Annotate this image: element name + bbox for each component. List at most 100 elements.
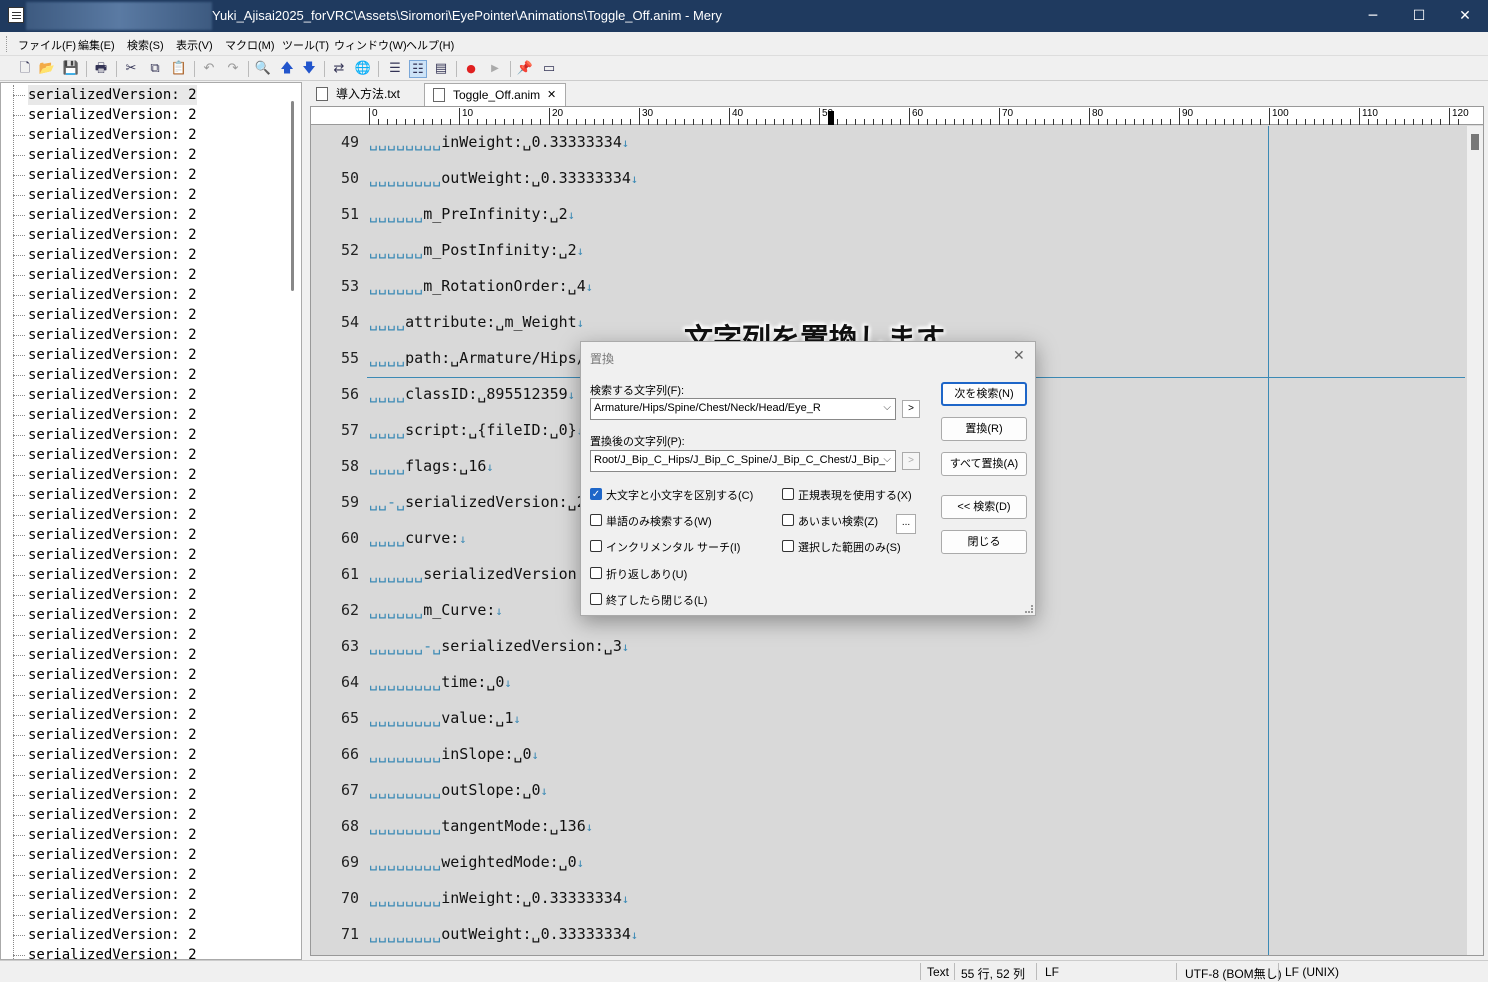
resize-grip[interactable] xyxy=(1025,605,1033,613)
ruler-number: 20 xyxy=(549,108,563,125)
tab-readme[interactable]: 導入方法.txt xyxy=(308,83,420,106)
outline-panel[interactable]: serializedVersion: 2 serializedVersion: 2… xyxy=(0,82,302,960)
status-encoding[interactable]: UTF-8 (BOM無し) xyxy=(1185,965,1282,982)
menu-view[interactable]: 表示(V) xyxy=(176,37,213,53)
code-line[interactable]: ␣␣␣␣␣␣␣␣outSlope:␣0↓ xyxy=(369,781,548,799)
menu-search[interactable]: 検索(S) xyxy=(127,37,164,53)
find-combo[interactable]: Armature/Hips/Spine/Chest/Neck/Head/Eye_… xyxy=(590,398,896,420)
menu-file[interactable]: ファイル(F) xyxy=(18,37,76,53)
undo-icon[interactable]: ↶ xyxy=(200,60,218,78)
newline-mark-icon: ↓ xyxy=(576,856,584,870)
whitespace-marks: ␣␣␣␣␣␣␣␣ xyxy=(369,925,442,943)
minimize-button[interactable]: ─ xyxy=(1350,0,1396,32)
outline-scrollbar[interactable] xyxy=(284,83,301,959)
menu-help[interactable]: ヘルプ(H) xyxy=(406,37,454,53)
outline-item-label: serializedVersion: 2 xyxy=(28,347,197,363)
redo-icon[interactable]: ↷ xyxy=(224,60,242,78)
chevron-down-icon[interactable]: ⌵ xyxy=(883,454,891,465)
pin-icon[interactable]: 📌 xyxy=(516,60,534,78)
print-icon[interactable]: 🖶 xyxy=(92,60,110,78)
code-line[interactable]: ␣␣␣␣path:␣Armature/Hips/↓ xyxy=(369,349,593,367)
code-line[interactable]: ␣␣␣␣␣␣m_PostInfinity:␣2↓ xyxy=(369,241,584,259)
line-number: 65 xyxy=(340,709,359,727)
menu-macro[interactable]: マクロ(M) xyxy=(225,37,275,53)
code-line[interactable]: ␣␣␣␣␣␣-␣serializedVersion:␣3↓ xyxy=(369,637,629,655)
app-icon[interactable] xyxy=(8,7,24,23)
code-line[interactable]: ␣␣␣␣␣␣␣␣tangentMode:␣136↓ xyxy=(369,817,593,835)
wrap-none-icon[interactable]: ☰ xyxy=(386,60,404,78)
tab-close-icon[interactable]: ✕ xyxy=(547,84,556,106)
wrap-column-icon[interactable]: ▤ xyxy=(432,60,450,78)
window-icon[interactable]: ▭ xyxy=(540,60,558,78)
outline-item-label: serializedVersion: 2 xyxy=(28,367,197,383)
close-window-button[interactable]: ✕ xyxy=(1442,0,1488,32)
replace-icon[interactable]: ⇄ xyxy=(330,60,348,78)
code-text: m_Curve: xyxy=(423,601,496,619)
outline-item-label: serializedVersion: 2 xyxy=(28,807,197,823)
find-icon[interactable]: 🔍 xyxy=(254,60,272,78)
code-line[interactable]: ␣␣␣␣␣␣␣␣inWeight:␣0.33333334↓ xyxy=(369,133,629,151)
outline-scroll-thumb[interactable] xyxy=(291,101,294,291)
code-line[interactable]: ␣␣␣␣␣␣␣␣time:␣0↓ xyxy=(369,673,512,691)
status-position[interactable]: 55 行, 52 列 xyxy=(961,965,1025,982)
whitespace-marks: ␣␣␣␣␣␣␣␣ xyxy=(369,673,442,691)
chevron-down-icon[interactable]: ⌵ xyxy=(883,402,891,413)
menu-edit[interactable]: 編集(E) xyxy=(78,37,115,53)
code-text: m_PreInfinity:␣2 xyxy=(423,205,568,223)
find-history-button[interactable]: > xyxy=(902,400,920,418)
cut-icon[interactable]: ✂ xyxy=(122,60,140,78)
code-line[interactable]: ␣␣␣␣classID:␣895512359↓ xyxy=(369,385,575,403)
editor-scroll-thumb[interactable] xyxy=(1471,134,1479,150)
code-text: inSlope:␣0 xyxy=(441,745,532,763)
menubar-grip[interactable] xyxy=(6,36,9,52)
menu-window[interactable]: ウィンドウ(W) xyxy=(334,37,407,53)
code-line[interactable]: ␣␣␣␣␣␣␣␣outWeight:␣0.33333334↓ xyxy=(369,925,638,943)
close-button[interactable]: 閉じる xyxy=(941,530,1027,554)
find-next-icon[interactable]: 🡇 xyxy=(300,60,318,78)
code-line[interactable]: ␣␣␣␣curve:↓ xyxy=(369,529,467,547)
whitespace-marks: ␣␣␣␣␣␣ xyxy=(369,205,424,223)
copy-icon[interactable]: ⧉ xyxy=(146,60,164,78)
record-macro-icon[interactable]: ● xyxy=(462,60,480,78)
code-line[interactable]: ␣␣␣␣script:␣{fileID:␣0}↓ xyxy=(369,421,584,439)
code-line[interactable]: ␣␣␣␣␣␣␣␣inSlope:␣0↓ xyxy=(369,745,539,763)
paste-icon[interactable]: 📋 xyxy=(170,60,188,78)
find-next-button[interactable]: 次を検索(N) xyxy=(941,382,1027,406)
status-eol[interactable]: LF xyxy=(1045,965,1059,979)
newline-mark-icon: ↓ xyxy=(486,460,494,474)
open-folder-icon[interactable]: 📂 xyxy=(38,60,56,78)
code-line[interactable]: ␣␣␣␣attribute:␣m_Weight↓ xyxy=(369,313,584,331)
editor-scrollbar[interactable] xyxy=(1467,126,1483,955)
find-prev-button[interactable]: << 検索(D) xyxy=(941,495,1027,519)
replace-all-button[interactable]: すべて置換(A) xyxy=(941,452,1027,476)
dialog-close-icon[interactable]: ✕ xyxy=(1013,347,1025,364)
replace-button[interactable]: 置換(R) xyxy=(941,417,1027,441)
replace-combo[interactable]: Root/J_Bip_C_Hips/J_Bip_C_Spine/J_Bip_C_… xyxy=(590,450,896,472)
status-mode[interactable]: Text xyxy=(927,965,949,979)
code-line[interactable]: ␣␣␣␣␣␣␣␣value:␣1↓ xyxy=(369,709,521,727)
code-line[interactable]: ␣␣-␣serializedVersion:␣2↓ xyxy=(369,493,593,511)
new-file-icon[interactable]: 🗋 xyxy=(16,60,34,78)
fuzzy-options-button[interactable]: ... xyxy=(896,514,916,534)
status-newline[interactable]: LF (UNIX) xyxy=(1285,965,1339,979)
wrap-window-icon[interactable]: ☷ xyxy=(409,60,427,78)
code-line[interactable]: ␣␣␣␣␣␣␣␣outWeight:␣0.33333334↓ xyxy=(369,169,638,187)
menu-tools[interactable]: ツール(T) xyxy=(282,37,329,53)
tab-toggle-off[interactable]: Toggle_Off.anim ✕ xyxy=(424,83,566,106)
find-prev-icon[interactable]: 🡅 xyxy=(278,60,296,78)
web-icon[interactable]: 🌐 xyxy=(354,60,372,78)
code-line[interactable]: ␣␣␣␣flags:␣16↓ xyxy=(369,457,494,475)
code-line[interactable]: ␣␣␣␣␣␣m_Curve:↓ xyxy=(369,601,503,619)
code-line[interactable]: ␣␣␣␣␣␣␣␣weightedMode:␣0↓ xyxy=(369,853,584,871)
save-icon[interactable]: 💾 xyxy=(62,60,80,78)
code-line[interactable]: ␣␣␣␣␣␣m_PreInfinity:␣2↓ xyxy=(369,205,575,223)
whitespace-marks: ␣␣␣␣ xyxy=(369,313,406,331)
code-line[interactable]: ␣␣␣␣␣␣serializedVersion:↓ xyxy=(369,565,593,583)
replace-history-button[interactable]: > xyxy=(902,452,920,470)
code-line[interactable]: ␣␣␣␣␣␣␣␣inWeight:␣0.33333334↓ xyxy=(369,889,629,907)
ruler-number: 40 xyxy=(729,108,743,125)
run-macro-icon[interactable]: ▶ xyxy=(486,60,504,78)
maximize-button[interactable]: ☐ xyxy=(1396,0,1442,32)
code-line[interactable]: ␣␣␣␣␣␣m_RotationOrder:␣4↓ xyxy=(369,277,593,295)
code-text: outSlope:␣0 xyxy=(441,781,541,799)
